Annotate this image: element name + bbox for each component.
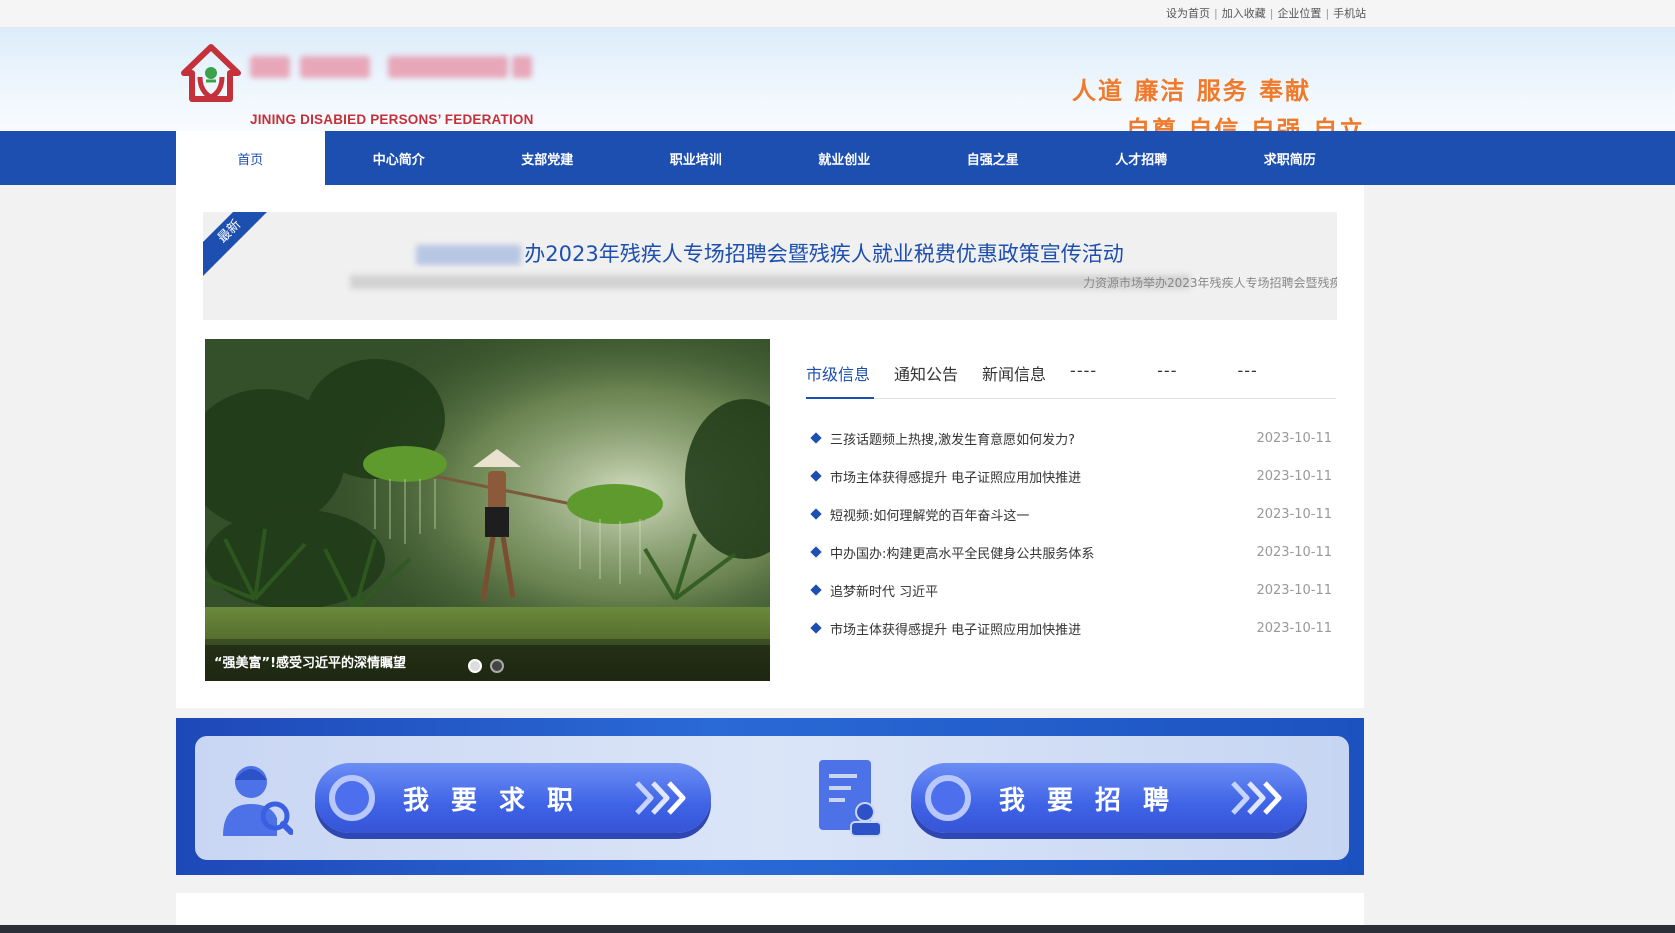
headline-title-text[interactable]: 办2023年残疾人专场招聘会暨残疾人就业税费优惠政策宣传活动 <box>524 242 1123 266</box>
news-date: 2023-10-11 <box>1256 506 1332 522</box>
news-date: 2023-10-11 <box>1256 582 1332 598</box>
news-title[interactable]: 中办国办:构建更高水平全民健身公共服务体系 <box>830 543 1256 562</box>
site-header: JINING DISABIED PERSONS’ FEDERATION 人道 廉… <box>0 28 1675 144</box>
diamond-bullet-icon <box>810 584 822 596</box>
os-taskbar <box>0 925 1675 933</box>
tab-placeholder-2[interactable]: --- <box>1157 339 1177 398</box>
diamond-bullet-icon <box>810 470 822 482</box>
job-seeker-icon <box>223 766 293 836</box>
job-banner-inner: 我要求职 我要招聘 <box>195 736 1349 860</box>
tab-placeholder-3[interactable]: --- <box>1237 339 1257 398</box>
ring-icon <box>329 775 375 821</box>
resume-document-icon <box>819 760 882 837</box>
tab-city-info[interactable]: 市级信息 <box>806 339 875 399</box>
news-item[interactable]: 中办国办:构建更高水平全民健身公共服务体系 2023-10-11 <box>806 533 1336 571</box>
top-utility-bar: 设为首页 | 加入收藏 | 企业位置 | 手机站 <box>0 0 1675 28</box>
news-list: 三孩话题频上热搜,激发生育意愿如何发力? 2023-10-11 市场主体获得感提升… <box>806 419 1336 647</box>
slider-dot-1[interactable] <box>468 659 482 673</box>
news-title[interactable]: 市场主体获得感提升 电子证照应用加快推进 <box>830 467 1256 486</box>
slider-caption[interactable]: “强美富”!感受习近平的深情瞩望 <box>214 652 406 671</box>
main-content: 最新 办2023年残疾人专场招聘会暨残疾人就业税费优惠政策宣传活动 力资源市场举… <box>176 185 1364 708</box>
news-date: 2023-10-11 <box>1256 430 1332 446</box>
set-homepage-link[interactable]: 设为首页 <box>1166 7 1210 20</box>
news-tabs: 市级信息 通知公告 新闻信息 ---- --- --- <box>806 339 1336 399</box>
logo-icon[interactable] <box>180 43 242 105</box>
news-title[interactable]: 三孩话题频上热搜,激发生育意愿如何发力? <box>830 429 1256 448</box>
diamond-bullet-icon <box>810 546 822 558</box>
slider-photo <box>205 339 770 681</box>
tab-notices[interactable]: 通知公告 <box>894 339 958 398</box>
diamond-bullet-icon <box>810 622 822 634</box>
slider-dot-2[interactable] <box>490 659 504 673</box>
nav-item-training[interactable]: 职业培训 <box>622 131 771 185</box>
nav-item-about[interactable]: 中心简介 <box>325 131 474 185</box>
news-title[interactable]: 追梦新时代 习近平 <box>830 581 1256 600</box>
headline-summary[interactable]: 力资源市场举办2023年残疾人专场招聘会暨残疾... <box>1083 274 1337 291</box>
tab-placeholder-1[interactable]: ---- <box>1070 339 1097 398</box>
mobile-site-link[interactable]: 手机站 <box>1333 7 1366 20</box>
nav-item-party-building[interactable]: 支部党建 <box>473 131 622 185</box>
news-item[interactable]: 追梦新时代 习近平 2023-10-11 <box>806 571 1336 609</box>
main-nav: 首页 中心简介 支部党建 职业培训 就业创业 自强之星 人才招聘 求职简历 <box>0 131 1675 185</box>
news-date: 2023-10-11 <box>1256 544 1332 560</box>
news-item[interactable]: 市场主体获得感提升 电子证照应用加快推进 2023-10-11 <box>806 457 1336 495</box>
nav-item-stars[interactable]: 自强之星 <box>919 131 1068 185</box>
company-location-link[interactable]: 企业位置 <box>1277 7 1321 20</box>
news-date: 2023-10-11 <box>1256 468 1332 484</box>
slider-dots <box>468 659 504 673</box>
add-favorite-link[interactable]: 加入收藏 <box>1222 7 1266 20</box>
image-slider[interactable]: “强美富”!感受习近平的深情瞩望 <box>205 339 770 681</box>
news-title[interactable]: 短视频:如何理解党的百年奋斗这一 <box>830 505 1256 524</box>
nav-item-recruitment[interactable]: 人才招聘 <box>1067 131 1216 185</box>
nav-item-home[interactable]: 首页 <box>176 131 325 185</box>
news-item[interactable]: 市场主体获得感提升 电子证照应用加快推进 2023-10-11 <box>806 609 1336 647</box>
headline-card[interactable]: 最新 办2023年残疾人专场招聘会暨残疾人就业税费优惠政策宣传活动 力资源市场举… <box>203 212 1337 320</box>
diamond-bullet-icon <box>810 508 822 520</box>
job-seek-label: 我要求职 <box>403 786 596 816</box>
diamond-bullet-icon <box>810 432 822 444</box>
news-title[interactable]: 市场主体获得感提升 电子证照应用加快推进 <box>830 619 1256 638</box>
slogan-line-1: 人道 廉洁 服务 奉献 <box>1072 76 1312 105</box>
org-name-en: JINING DISABIED PERSONS’ FEDERATION <box>250 112 534 127</box>
news-item[interactable]: 短视频:如何理解党的百年奋斗这一 2023-10-11 <box>806 495 1336 533</box>
top-links: 设为首页 | 加入收藏 | 企业位置 | 手机站 <box>1166 7 1367 20</box>
headline-title[interactable]: 办2023年残疾人专场招聘会暨残疾人就业税费优惠政策宣传活动 <box>203 238 1337 268</box>
triple-chevron-right-icon <box>1231 781 1282 815</box>
nav-item-employment[interactable]: 就业创业 <box>770 131 919 185</box>
recruit-button[interactable]: 我要招聘 <box>911 763 1307 833</box>
news-item[interactable]: 三孩话题频上热搜,激发生育意愿如何发力? 2023-10-11 <box>806 419 1336 457</box>
ring-icon <box>925 775 971 821</box>
nav-item-resume[interactable]: 求职简历 <box>1216 131 1365 185</box>
recruit-label: 我要招聘 <box>999 786 1192 816</box>
tab-news[interactable]: 新闻信息 <box>982 339 1046 398</box>
news-date: 2023-10-11 <box>1256 620 1332 636</box>
org-name-redacted <box>250 52 540 82</box>
job-banner: 我要求职 我要招聘 <box>176 718 1364 875</box>
triple-chevron-right-icon <box>635 781 686 815</box>
job-seek-button[interactable]: 我要求职 <box>315 763 711 833</box>
news-panel: 市级信息 通知公告 新闻信息 ---- --- --- 三孩话题频上热搜,激发生… <box>806 339 1336 647</box>
